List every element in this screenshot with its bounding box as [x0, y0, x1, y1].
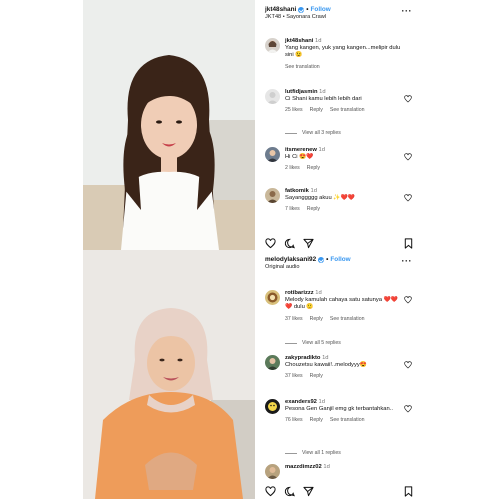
comment-username[interactable]: mazzdimzz02	[285, 464, 322, 470]
post-image-shani[interactable]	[83, 0, 255, 250]
comment-item: zakypradikto 1d Chouzetsu kawaii!..melod…	[265, 355, 415, 381]
see-translation-link[interactable]: See translation	[330, 316, 365, 323]
comment-time: 1d	[323, 464, 330, 470]
comment-item: lutfidjasmin 1d Ci Shani kamu lebih lebi…	[265, 89, 415, 115]
avatar[interactable]	[265, 399, 280, 414]
more-options-icon[interactable]: ···	[402, 256, 413, 266]
comment-time: 1d	[310, 188, 317, 194]
comment-text: Hi Ci 😍❤️	[285, 154, 314, 161]
comment-username[interactable]: zakypradikto	[285, 355, 320, 361]
comment-item: itsmerenew 1d Hi Ci 😍❤️ 2 likes Reply	[265, 147, 415, 173]
comment-icon[interactable]	[284, 484, 295, 496]
view-replies[interactable]: View all 5 replies	[285, 340, 341, 346]
comment-text: Chouzetsu kawaii!..melodyyy😍	[285, 362, 367, 369]
reply-button[interactable]: Reply	[310, 107, 323, 114]
reply-button[interactable]: Reply	[307, 165, 320, 172]
like-count[interactable]: 7 likes	[285, 206, 300, 213]
comment-time: 1d	[318, 147, 325, 153]
like-count[interactable]: 2 likes	[285, 165, 300, 172]
comment-username[interactable]: itsmerenew	[285, 147, 317, 153]
verified-icon	[298, 6, 305, 13]
view-replies[interactable]: View all 3 replies	[285, 130, 341, 136]
comment-item: rotibarizzz 1d Melody kamulah cahaya sat…	[265, 290, 415, 323]
heart-icon[interactable]	[404, 95, 412, 103]
share-icon[interactable]	[303, 484, 314, 496]
reply-button[interactable]: Reply	[310, 417, 323, 424]
avatar[interactable]	[265, 464, 280, 479]
save-icon[interactable]	[403, 236, 414, 249]
comment-item: fatkomik 1d Sayanggggg akuu ✨❤️❤️ 7 like…	[265, 188, 415, 214]
post-subtitle: Original audio	[265, 264, 300, 270]
post-shani: jkt48shani • Follow JKT48 • Sayonara Cra…	[83, 0, 418, 250]
heart-icon[interactable]	[404, 361, 412, 369]
comment-icon[interactable]	[284, 236, 295, 248]
comment-username[interactable]: exanders92	[285, 399, 317, 405]
comment-item: exanders92 1d Pesona Gen Ganjil emg gk t…	[265, 399, 415, 425]
comment-item: mazzdimzz02 1d	[265, 464, 415, 479]
follow-button[interactable]: Follow	[311, 6, 331, 13]
comment-time: 1d	[318, 399, 325, 405]
like-count[interactable]: 37 likes	[285, 373, 303, 380]
comment-username[interactable]: lutfidjasmin	[285, 89, 318, 95]
comment-username[interactable]: fatkomik	[285, 188, 309, 194]
reply-button[interactable]: Reply	[310, 373, 323, 380]
avatar[interactable]	[265, 290, 280, 305]
avatar[interactable]	[265, 147, 280, 162]
verified-icon	[318, 256, 325, 263]
avatar[interactable]	[265, 188, 280, 203]
like-icon[interactable]	[265, 484, 276, 496]
caption: jkt48shani 1d Yang kangen, yuk yang kang…	[265, 38, 415, 71]
heart-icon[interactable]	[404, 296, 412, 304]
like-count[interactable]: 76 likes	[285, 417, 303, 424]
reply-button[interactable]: Reply	[310, 316, 323, 323]
follow-button[interactable]: Follow	[330, 256, 350, 263]
comment-time: 1d	[319, 89, 326, 95]
heart-icon[interactable]	[404, 153, 412, 161]
comment-time: 1d	[322, 355, 329, 361]
comment-username[interactable]: jkt48shani	[285, 38, 313, 44]
post-melody: melodylaksani92 • Follow Original audio …	[83, 250, 418, 499]
like-count[interactable]: 25 likes	[285, 107, 303, 114]
post-subtitle: JKT48 • Sayonara Crawl	[265, 14, 327, 20]
post-image-melody[interactable]	[83, 250, 255, 499]
share-icon[interactable]	[303, 236, 314, 248]
heart-icon[interactable]	[404, 405, 412, 413]
see-translation-link[interactable]: See translation	[285, 64, 320, 71]
see-translation-link[interactable]: See translation	[330, 107, 365, 114]
comments-pane: melodylaksani92 • Follow Original audio …	[259, 250, 418, 499]
avatar[interactable]	[265, 38, 280, 53]
comment-text: Melody kamulah cahaya satu satunya ❤️❤️❤…	[285, 297, 399, 311]
more-options-icon[interactable]: ···	[402, 6, 413, 16]
comment-text: Pesona Gen Ganjil emg gk terbantahkan..	[285, 406, 393, 413]
author-username[interactable]: melodylaksani92	[265, 256, 316, 263]
like-count[interactable]: 37 likes	[285, 316, 303, 323]
heart-icon[interactable]	[404, 194, 412, 202]
see-translation-link[interactable]: See translation	[330, 417, 365, 424]
comment-username[interactable]: rotibarizzz	[285, 290, 314, 296]
post-actions	[265, 483, 414, 497]
post-actions	[265, 235, 414, 249]
comment-time: 1d	[315, 290, 322, 296]
post-header: jkt48shani • Follow JKT48 • Sayonara Cra…	[265, 6, 416, 26]
author-username[interactable]: jkt48shani	[265, 6, 296, 13]
save-icon[interactable]	[403, 484, 414, 497]
post-header: melodylaksani92 • Follow Original audio …	[265, 256, 416, 276]
avatar[interactable]	[265, 89, 280, 104]
comment-text: Sayanggggg akuu ✨❤️❤️	[285, 195, 356, 202]
comment-text: Ci Shani kamu lebih lebih dari	[285, 96, 362, 103]
reply-button[interactable]: Reply	[307, 206, 320, 213]
comment-text: Yang kangen, yuk yang kangen...melipir d…	[285, 45, 401, 59]
comments-pane: jkt48shani • Follow JKT48 • Sayonara Cra…	[259, 0, 418, 250]
like-icon[interactable]	[265, 236, 276, 248]
view-replies[interactable]: View all 1 replies	[285, 450, 341, 456]
comment-time: 1d	[314, 38, 322, 44]
avatar[interactable]	[265, 355, 280, 370]
